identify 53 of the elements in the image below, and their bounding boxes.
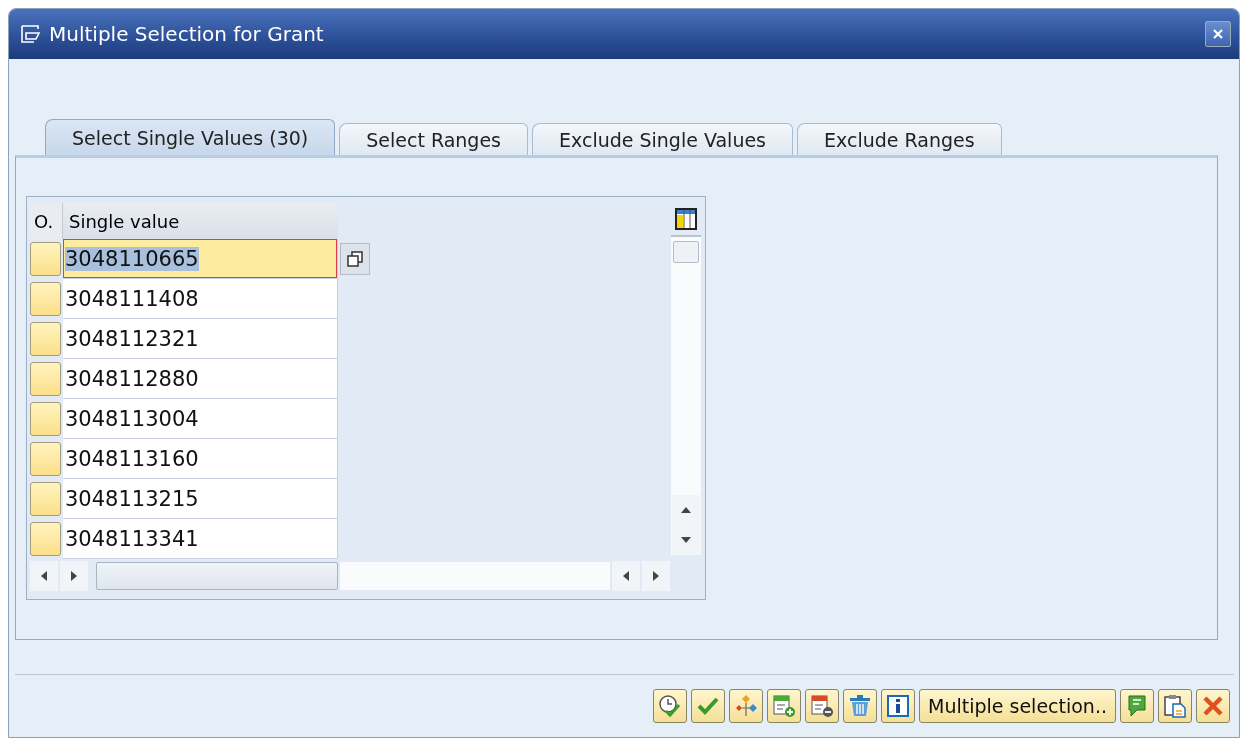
scroll-right-button[interactable] [642, 561, 670, 591]
diamonds-icon[interactable] [729, 689, 763, 723]
scroll-thumb[interactable] [673, 241, 699, 263]
window-title: Multiple Selection for Grant [49, 22, 325, 46]
row-selector[interactable] [30, 282, 61, 316]
right-arrow-icon [70, 570, 78, 582]
row-selector[interactable] [30, 322, 61, 356]
up-arrow-icon [680, 506, 692, 514]
row-selector[interactable] [30, 362, 61, 396]
column-header: Single value [63, 203, 338, 239]
tab[interactable]: Select Single Values (30) [45, 119, 336, 155]
row-selector[interactable] [30, 402, 61, 436]
row-selector[interactable] [30, 522, 61, 556]
row-selector[interactable] [30, 442, 61, 476]
info-icon[interactable] [881, 689, 915, 723]
remove-row-icon[interactable] [805, 689, 839, 723]
value-field[interactable]: 3048113004 [63, 399, 338, 439]
value-help-button[interactable] [340, 243, 370, 275]
value-field[interactable]: 3048113160 [63, 439, 338, 479]
multiple-selection-button[interactable]: Multiple selection.. [919, 689, 1116, 723]
left-arrow-icon [40, 570, 48, 582]
left-arrow-icon [622, 570, 630, 582]
close-button[interactable] [1205, 21, 1231, 47]
value-field[interactable]: 3048112321 [63, 319, 338, 359]
tab[interactable]: Exclude Ranges [797, 123, 1002, 155]
scroll-left-button[interactable] [612, 561, 640, 591]
row-selector[interactable] [30, 482, 61, 516]
copy-icon [347, 251, 363, 267]
scroll-thumb[interactable] [96, 562, 338, 590]
cancel-icon[interactable] [1196, 689, 1230, 723]
close-icon [1212, 28, 1224, 40]
check-icon[interactable] [691, 689, 725, 723]
row-selector[interactable] [30, 242, 61, 276]
down-arrow-icon [680, 536, 692, 544]
scroll-left-button[interactable] [30, 561, 58, 591]
tab[interactable]: Exclude Single Values [532, 123, 793, 155]
scroll-right-button[interactable] [60, 561, 88, 591]
clock-check-icon[interactable] [653, 689, 687, 723]
column-header: O. [30, 203, 63, 239]
value-field[interactable]: 3048113215 [63, 479, 338, 519]
window-icon [21, 25, 41, 43]
scroll-up-button[interactable] [672, 495, 700, 525]
tab[interactable]: Select Ranges [339, 123, 528, 155]
value-field[interactable]: 3048113341 [63, 519, 338, 559]
scroll-down-button[interactable] [672, 525, 700, 555]
speech-bubble-icon[interactable] [1120, 689, 1154, 723]
value-field[interactable]: 3048111408 [63, 279, 338, 319]
value-field[interactable]: 3048112880 [63, 359, 338, 399]
value-field[interactable]: 3048110665 [63, 239, 338, 279]
right-arrow-icon [652, 570, 660, 582]
add-row-icon[interactable] [767, 689, 801, 723]
paste-icon[interactable] [1158, 689, 1192, 723]
trash-icon[interactable] [843, 689, 877, 723]
